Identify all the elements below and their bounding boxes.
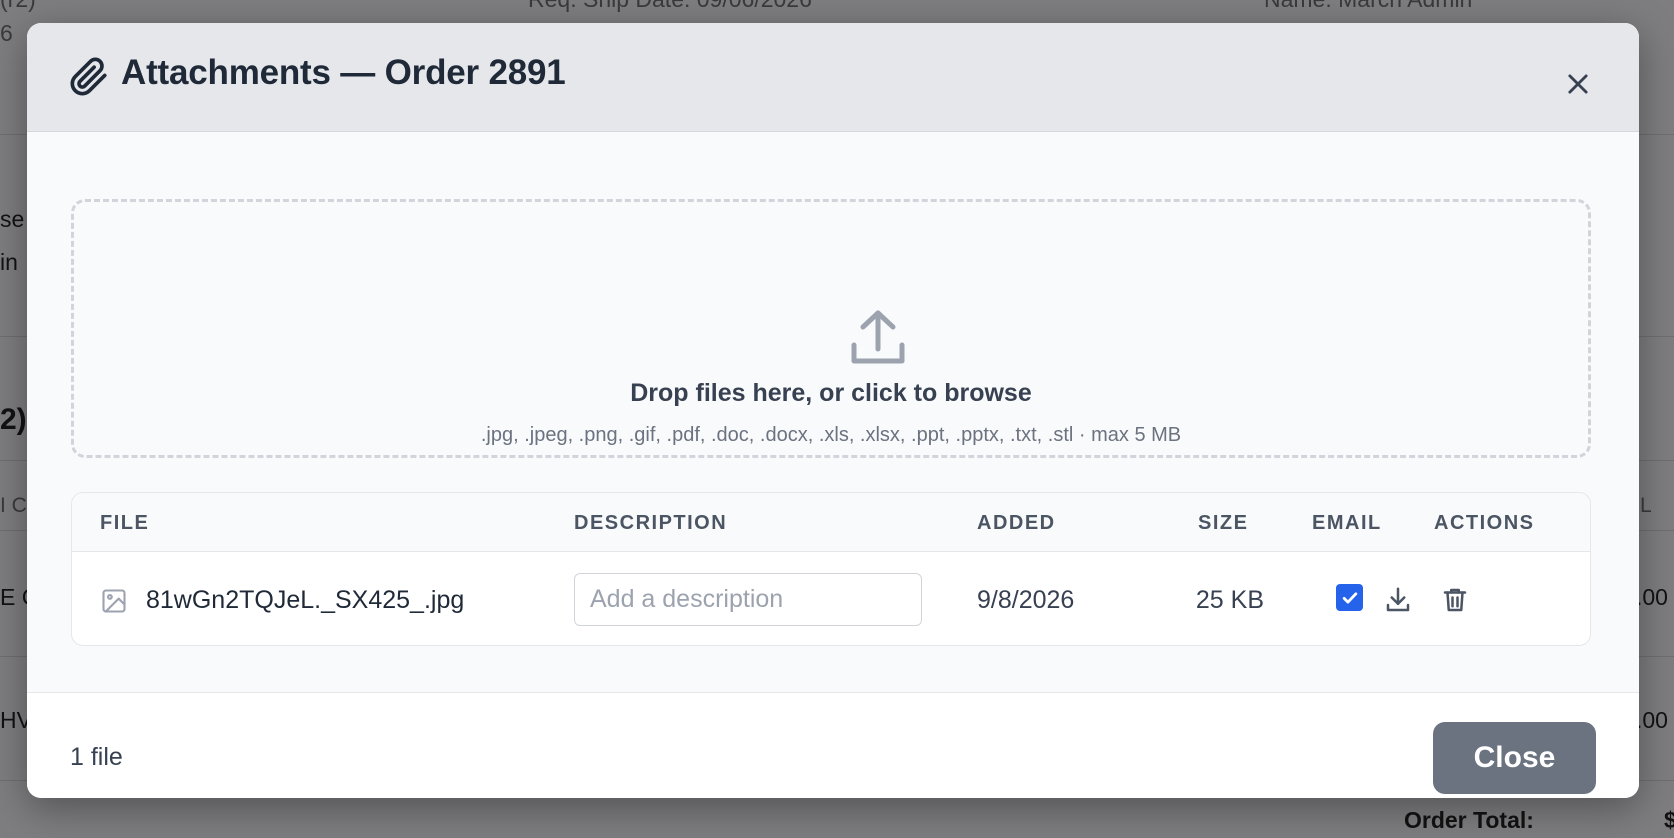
file-count: 1 file <box>70 743 123 771</box>
bg-fragment: 6 <box>0 20 13 46</box>
description-input[interactable] <box>574 573 922 626</box>
image-icon <box>100 587 128 615</box>
attachments-modal: Attachments — Order 2891 Drop files here… <box>27 23 1639 798</box>
download-icon[interactable] <box>1383 585 1413 615</box>
bg-fragment: 2) <box>0 403 27 436</box>
dropzone-subtitle: .jpg, .jpeg, .png, .gif, .pdf, .doc, .do… <box>480 424 1182 446</box>
attachments-table: FILE DESCRIPTION ADDED SIZE EMAIL ACTION… <box>71 492 1591 646</box>
modal-body: Drop files here, or click to browse .jpg… <box>27 132 1639 692</box>
modal-header: Attachments — Order 2891 <box>27 23 1639 132</box>
bg-fragment: .00 <box>1636 584 1668 610</box>
added-date: 9/8/2026 <box>977 586 1075 614</box>
close-icon[interactable] <box>1555 61 1601 107</box>
paperclip-icon <box>69 57 109 97</box>
email-checkbox[interactable] <box>1336 584 1363 611</box>
file-dropzone[interactable]: Drop files here, or click to browse .jpg… <box>71 199 1591 458</box>
bg-fragment: Name: March Admin <box>1264 0 1472 13</box>
bg-fragment: L <box>1640 494 1652 517</box>
modal-title: Attachments — Order 2891 <box>121 53 566 92</box>
modal-footer: 1 file Close <box>27 692 1639 798</box>
column-header-description: DESCRIPTION <box>574 512 728 534</box>
column-header-file: FILE <box>100 512 150 534</box>
column-header-actions: ACTIONS <box>1434 512 1535 534</box>
bg-fragment: $ <box>1664 807 1674 833</box>
table-row: 81wGn2TQJeL._SX425_.jpg 9/8/2026 25 KB <box>72 552 1590 645</box>
table-header: FILE DESCRIPTION ADDED SIZE EMAIL ACTION… <box>72 493 1590 552</box>
column-header-size: SIZE <box>1198 512 1249 534</box>
bg-fragment: I C <box>0 494 27 517</box>
order-total-label: Order Total: <box>1404 807 1534 833</box>
upload-icon <box>849 307 907 367</box>
bg-fragment: in <box>0 249 18 275</box>
bg-fragment: Req. Ship Date: 09/06/2026 <box>528 0 812 13</box>
column-header-added: ADDED <box>977 512 1056 534</box>
bg-fragment: se <box>0 206 25 232</box>
dropzone-title: Drop files here, or click to browse <box>630 379 1032 407</box>
bg-fragment: (r2) <box>0 0 36 13</box>
file-name: 81wGn2TQJeL._SX425_.jpg <box>146 586 465 614</box>
column-header-email: EMAIL <box>1312 512 1382 534</box>
close-button[interactable]: Close <box>1433 722 1596 794</box>
trash-icon[interactable] <box>1440 585 1470 615</box>
bg-fragment: .00 <box>1636 707 1668 733</box>
file-size-value: 25 KB <box>1195 586 1264 614</box>
